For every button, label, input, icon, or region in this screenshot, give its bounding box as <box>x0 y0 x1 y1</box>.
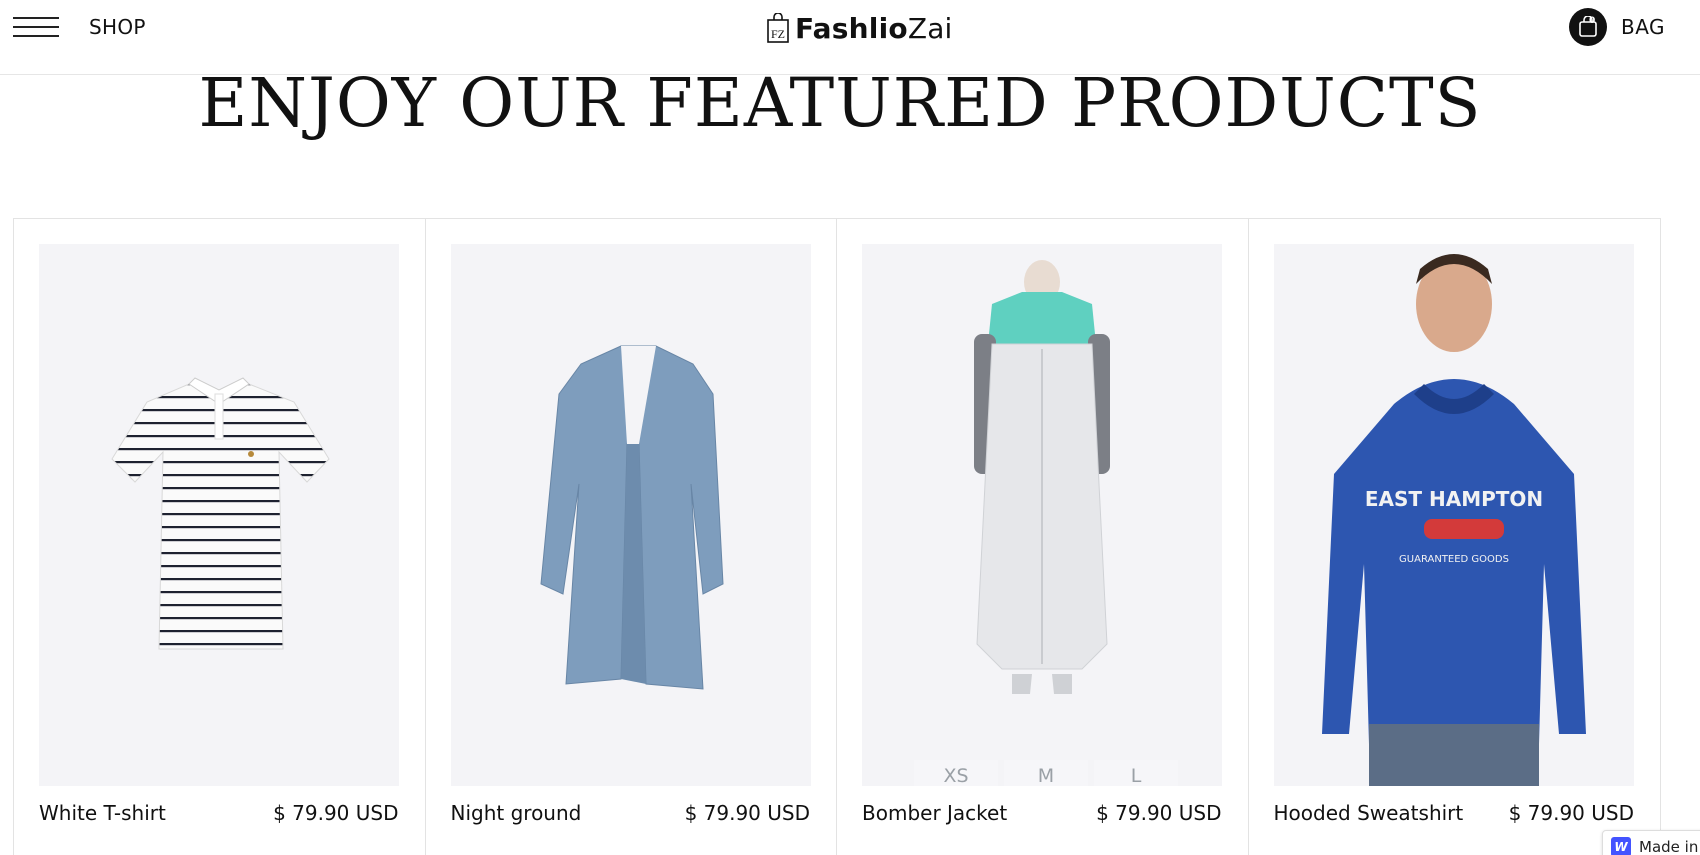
size-option-xs[interactable]: XS <box>914 760 998 786</box>
site-logo[interactable]: FZ FashlioZai <box>767 8 953 48</box>
bag-count: 0 <box>1589 16 1596 26</box>
shopping-bag-logo-icon: FZ <box>767 13 789 43</box>
product-name[interactable]: Hooded Sweatshirt <box>1274 801 1464 825</box>
bag-button[interactable]: 0 BAG <box>1569 8 1665 46</box>
product-price: $ 79.90 USD <box>1096 801 1222 825</box>
product-image-tshirt[interactable] <box>39 244 399 786</box>
size-option-m[interactable]: M <box>1004 760 1088 786</box>
product-price: $ 79.90 USD <box>1508 801 1634 825</box>
product-image-bomber-jacket[interactable]: XS M L <box>862 244 1222 786</box>
shop-link[interactable]: SHOP <box>89 15 146 39</box>
size-selector: XS M L <box>914 760 1178 786</box>
logo-text-bold: Fashlio <box>795 11 908 45</box>
product-card[interactable]: XS M L Bomber Jacket $ 79.90 USD <box>837 219 1249 855</box>
svg-text:EAST HAMPTON: EAST HAMPTON <box>1364 487 1542 511</box>
hamburger-icon[interactable] <box>13 16 59 38</box>
product-image-cardigan[interactable] <box>450 244 811 786</box>
product-price: $ 79.90 USD <box>273 801 399 825</box>
size-option-l[interactable]: L <box>1094 760 1178 786</box>
product-price: $ 79.90 USD <box>684 801 810 825</box>
svg-text:FZ: FZ <box>771 27 785 41</box>
product-name[interactable]: Bomber Jacket <box>862 801 1007 825</box>
webflow-icon: W <box>1611 837 1631 855</box>
product-image-hooded-sweatshirt[interactable]: EAST HAMPTON GUARANTEED GOODS <box>1273 244 1634 786</box>
shopping-bag-icon: 0 <box>1569 8 1607 46</box>
featured-heading: ENJOY OUR FEATURED PRODUCTS <box>198 64 1482 142</box>
made-in-text: Made in <box>1639 838 1699 855</box>
product-card[interactable]: White T-shirt $ 79.90 USD <box>14 219 426 855</box>
logo-text-light: Zai <box>907 11 953 45</box>
product-grid: White T-shirt $ 79.90 USD Night ground $… <box>13 218 1661 855</box>
product-card[interactable]: Night ground $ 79.90 USD <box>426 219 837 855</box>
svg-text:GUARANTEED GOODS: GUARANTEED GOODS <box>1399 554 1509 565</box>
bag-label: BAG <box>1621 15 1666 39</box>
made-in-badge[interactable]: W Made in <box>1602 830 1700 855</box>
product-name[interactable]: Night ground <box>451 801 582 825</box>
product-name[interactable]: White T-shirt <box>39 801 166 825</box>
product-card[interactable]: EAST HAMPTON GUARANTEED GOODS Hooded Swe… <box>1249 219 1661 855</box>
